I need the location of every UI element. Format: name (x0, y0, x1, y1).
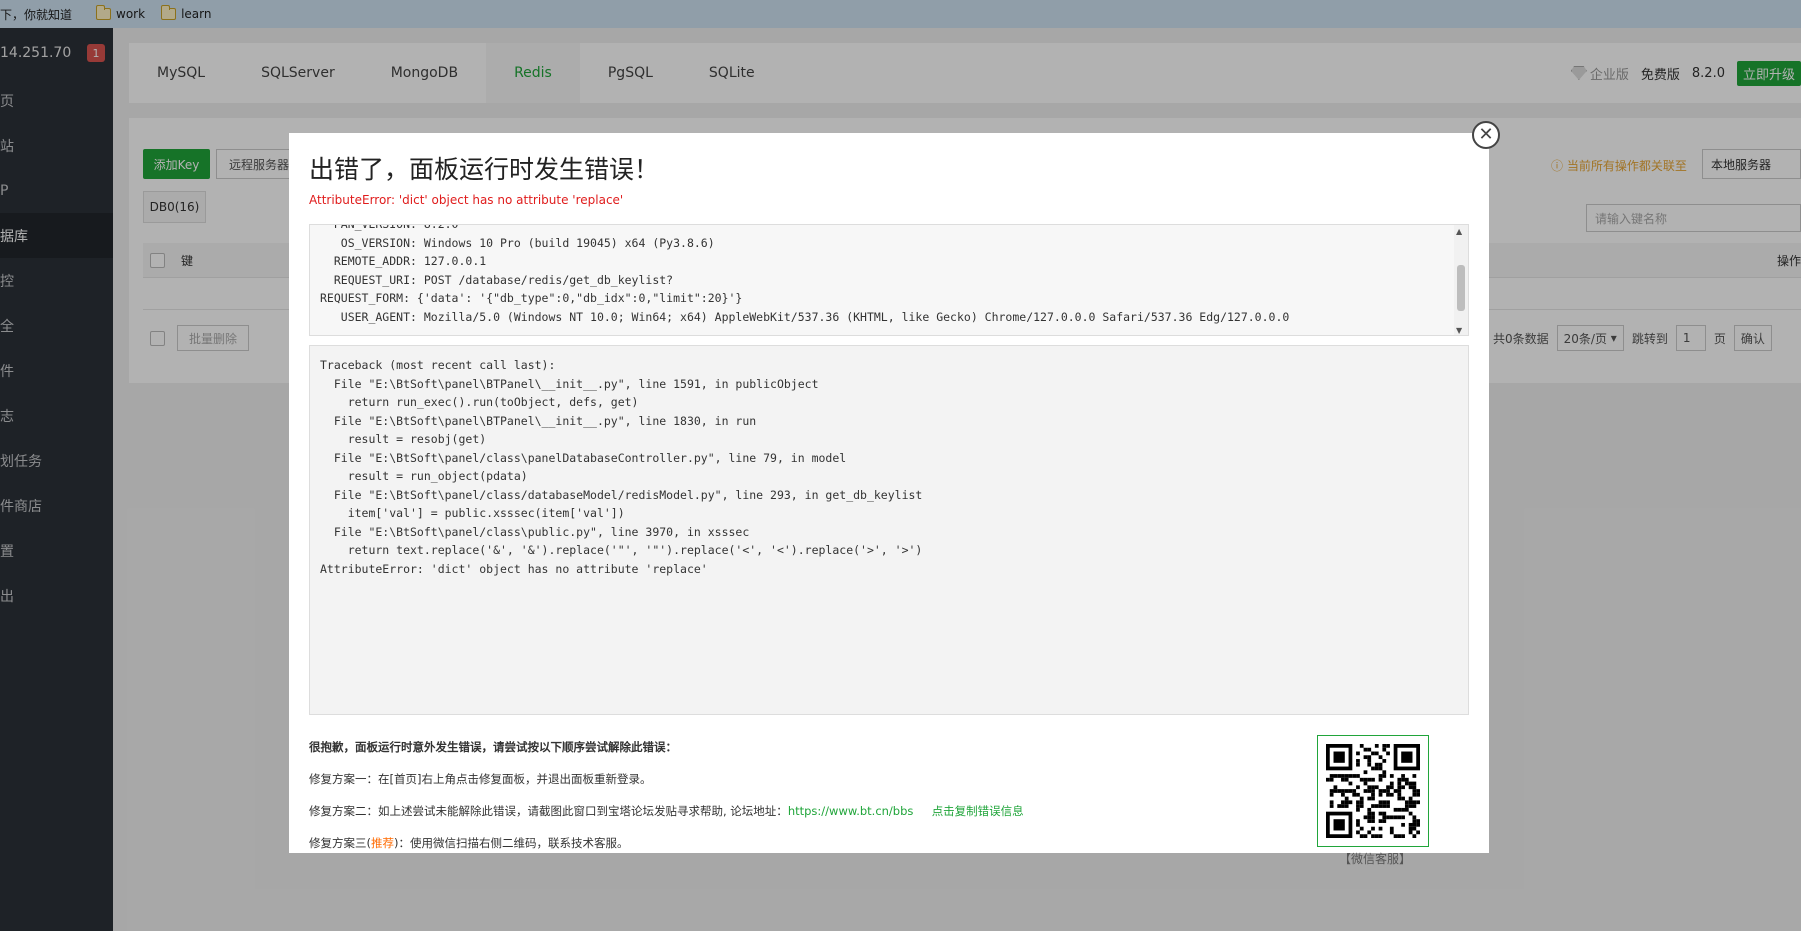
help-title-text: 很抱歉，面板运行时意外发生错误，请尝试按以下顺序尝试解除此错误： (309, 740, 677, 754)
fix-option-2-text: 修复方案二：如上述尝试未能解除此错误，请截图此窗口到宝塔论坛发贴寻求帮助, 论坛… (309, 804, 788, 818)
dialog-title: 出错了，面板运行时发生错误！ (309, 155, 660, 184)
scroll-up-icon[interactable]: ▲ (1456, 227, 1462, 236)
fix-option-2: 修复方案二：如上述尝试未能解除此错误，请截图此窗口到宝塔论坛发贴寻求帮助, 论坛… (309, 803, 1024, 819)
wechat-qr-code (1317, 735, 1429, 847)
env-scrollbar[interactable]: ▲ ▼ (1454, 225, 1468, 335)
traceback-text: Traceback (most recent call last): File … (320, 358, 923, 576)
fix-option-3-prefix: 修复方案三( (309, 836, 371, 850)
scroll-down-icon[interactable]: ▼ (1456, 326, 1462, 335)
error-dialog: 出错了，面板运行时发生错误！ AttributeError: 'dict' ob… (289, 133, 1489, 853)
app-root: 下，你就知道 work learn 14.251.70 1 页 站 P 据库 控… (0, 0, 1801, 931)
traceback-box[interactable]: Traceback (most recent call last): File … (309, 345, 1469, 715)
qr-code-icon (1326, 744, 1420, 838)
fix-option-3: 修复方案三(推荐)：使用微信扫描右侧二维码，联系技术客服。 (309, 835, 628, 851)
copy-error-link[interactable]: 点击复制错误信息 (932, 804, 1024, 818)
scroll-thumb[interactable] (1457, 265, 1465, 311)
env-info-box[interactable]: PAN_VERSION: 8.2.0 OS_VERSION: Windows 1… (309, 224, 1469, 336)
close-dialog-button[interactable]: ✕ (1472, 121, 1500, 149)
env-info-text: PAN_VERSION: 8.2.0 OS_VERSION: Windows 1… (320, 224, 1290, 324)
close-icon: ✕ (1478, 124, 1494, 145)
wechat-service-label: 【微信客服】 (1339, 852, 1412, 866)
help-title: 很抱歉，面板运行时意外发生错误，请尝试按以下顺序尝试解除此错误： (309, 739, 677, 755)
fix-option-3-suffix: )：使用微信扫描右侧二维码，联系技术客服。 (394, 836, 629, 850)
dialog-subtitle: AttributeError: 'dict' object has no att… (309, 193, 624, 207)
recommended-tag: 推荐 (371, 836, 394, 850)
forum-link[interactable]: https://www.bt.cn/bbs (788, 804, 914, 818)
fix-option-1: 修复方案一：在[首页]右上角点击修复面板，并退出面板重新登录。 (309, 772, 652, 786)
